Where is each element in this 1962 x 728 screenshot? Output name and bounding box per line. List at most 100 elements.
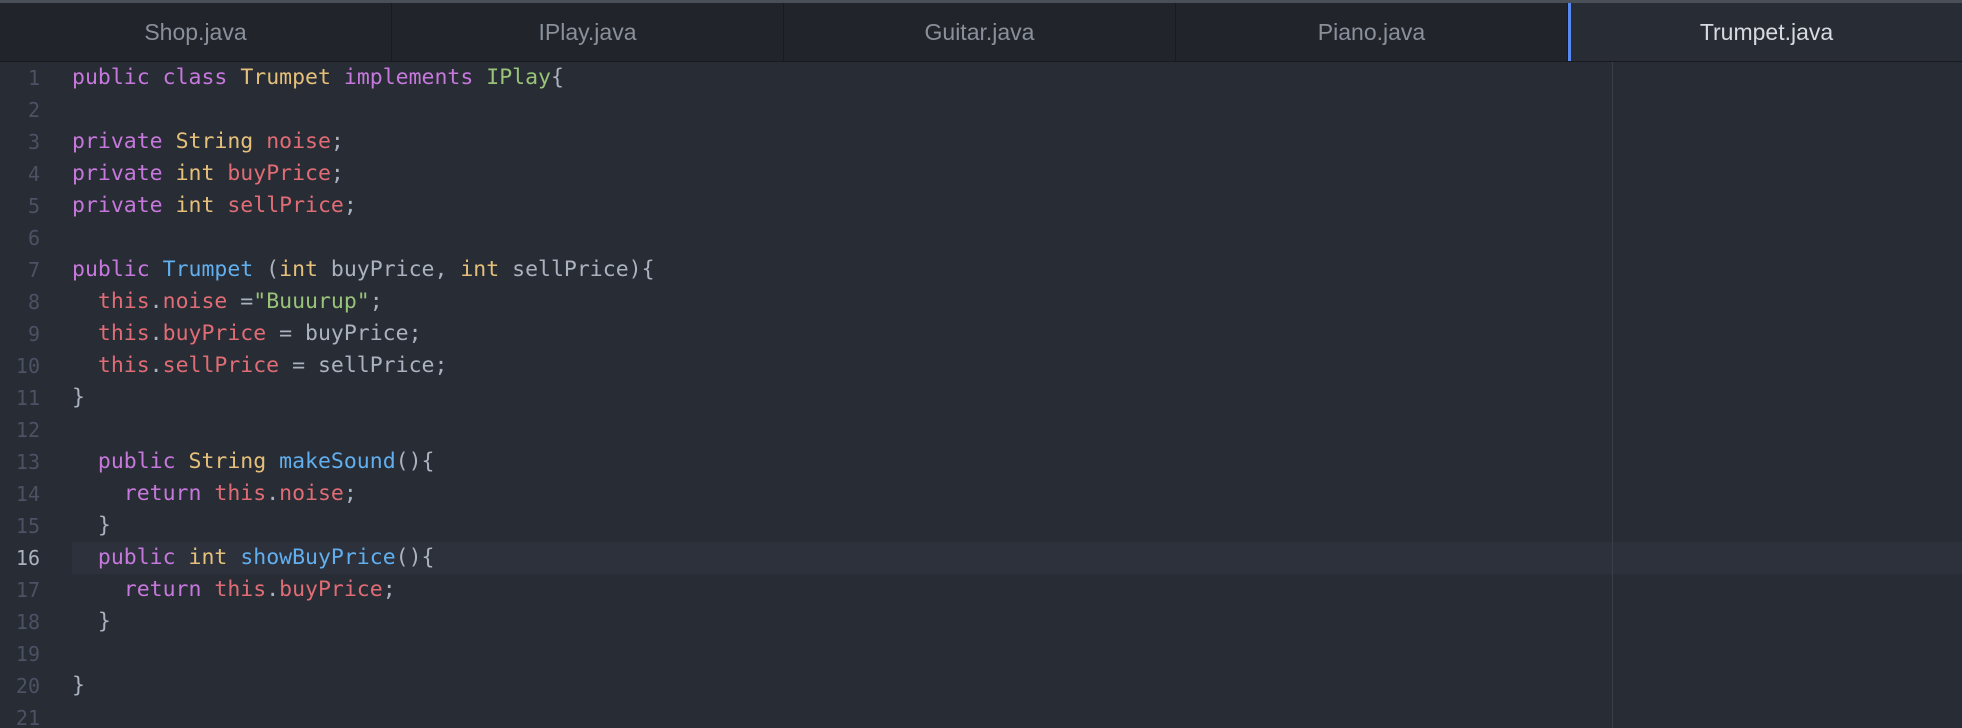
code-token: return (123, 577, 202, 602)
code-line[interactable]: 14 return this.noise; (0, 478, 1962, 510)
code-line[interactable]: 2 (0, 94, 1962, 126)
code-token: implements (343, 65, 474, 90)
code-line[interactable]: 8 this.noise ="Buuurup"; (0, 286, 1962, 318)
line-number: 18 (15, 610, 40, 634)
line-number: 7 (27, 258, 40, 282)
tab-bar: Shop.java IPlay.java Guitar.java Piano.j… (0, 0, 1962, 62)
line-content: } (72, 670, 85, 702)
line-number: 10 (15, 354, 40, 378)
code-line[interactable]: 5 private int sellPrice; (0, 190, 1962, 222)
line-number: 3 (27, 130, 40, 154)
code-line[interactable]: 6 (0, 222, 1962, 254)
code-token: public (72, 257, 150, 282)
code-line[interactable]: 20} (0, 670, 1962, 702)
tab-piano-java[interactable]: Piano.java (1176, 3, 1568, 61)
code-token: } (72, 609, 111, 634)
code-line[interactable]: 7 public Trumpet (int buyPrice, int sellP… (0, 254, 1962, 286)
tab-iplay-java[interactable]: IPlay.java (392, 3, 784, 61)
code-token: (){ (395, 449, 435, 474)
code-line[interactable]: 3 private String noise; (0, 126, 1962, 158)
code-line[interactable]: 1 public class Trumpet implements IPlay{ (0, 62, 1962, 94)
line-content: } (72, 382, 85, 414)
code-line[interactable]: 16 public int showBuyPrice(){ (0, 542, 1962, 574)
code-token: ; (330, 129, 344, 154)
line-number: 21 (15, 706, 40, 728)
tab-guitar-java[interactable]: Guitar.java (784, 3, 1176, 61)
tab-shop-java[interactable]: Shop.java (0, 3, 392, 61)
code-token: makeSound (279, 449, 396, 474)
code-token: showBuyPrice (240, 545, 396, 570)
code-line[interactable]: 9 this.buyPrice = buyPrice; (0, 318, 1962, 350)
line-number: 1 (27, 66, 40, 90)
code-line[interactable]: 21 (0, 702, 1962, 728)
line-number: 11 (15, 386, 40, 410)
line-content: private int sellPrice; (72, 190, 357, 222)
code-token: ; (343, 481, 357, 506)
code-token: int (175, 193, 215, 218)
code-token: String (188, 449, 267, 474)
code-token: . (149, 289, 163, 314)
code-token: this (97, 321, 150, 346)
line-content: } (72, 606, 111, 638)
line-content: public String makeSound(){ (72, 446, 435, 478)
tab-trumpet-java[interactable]: Trumpet.java (1568, 3, 1962, 61)
code-line[interactable]: 12 (0, 414, 1962, 446)
line-content: } (72, 510, 111, 542)
code-token: . (149, 353, 163, 378)
line-number: 15 (15, 514, 40, 538)
code-line[interactable]: 19 (0, 638, 1962, 670)
code-line[interactable]: 15 } (0, 510, 1962, 542)
code-line[interactable]: 4 private int buyPrice; (0, 158, 1962, 190)
line-number: 12 (15, 418, 40, 442)
line-number: 2 (27, 98, 40, 122)
code-token: noise (279, 481, 344, 506)
code-line[interactable]: 10 this.sellPrice = sellPrice; (0, 350, 1962, 382)
code-token: ; (343, 193, 357, 218)
line-content: return this.buyPrice; (72, 574, 396, 606)
code-token: . (266, 577, 280, 602)
line-number: 6 (27, 226, 40, 250)
code-token: buyPrice (279, 577, 383, 602)
code-token: String (175, 129, 254, 154)
code-token: = sellPrice; (279, 353, 448, 378)
code-token: private (72, 129, 163, 154)
code-token: sellPrice){ (499, 257, 655, 282)
code-token: (){ (395, 545, 435, 570)
line-content: private String noise; (72, 126, 344, 158)
code-token: buyPrice (227, 161, 331, 186)
code-token: } (72, 385, 85, 410)
code-token: public (97, 545, 176, 570)
code-token: private (72, 193, 163, 218)
line-content: return this.noise; (72, 478, 357, 510)
line-content: this.noise ="Buuurup"; (72, 286, 383, 318)
code-line[interactable]: 13 public String makeSound(){ (0, 446, 1962, 478)
line-number: 9 (27, 322, 40, 346)
code-token: sellPrice (162, 353, 280, 378)
code-token: this (214, 577, 267, 602)
code-line[interactable]: 17 return this.buyPrice; (0, 574, 1962, 606)
code-token: this (214, 481, 267, 506)
code-area[interactable]: 1 public class Trumpet implements IPlay{ 2… (0, 62, 1962, 728)
line-content: public Trumpet (int buyPrice, int sellPr… (72, 254, 655, 286)
code-line[interactable]: 18 } (0, 606, 1962, 638)
code-token: ; (382, 577, 396, 602)
line-content: public class Trumpet implements IPlay{ (72, 62, 564, 94)
code-line[interactable]: 11} (0, 382, 1962, 414)
line-number: 5 (27, 194, 40, 218)
code-token: private (72, 161, 163, 186)
code-editor: Shop.java IPlay.java Guitar.java Piano.j… (0, 0, 1962, 728)
line-content: this.buyPrice = buyPrice; (72, 318, 422, 350)
